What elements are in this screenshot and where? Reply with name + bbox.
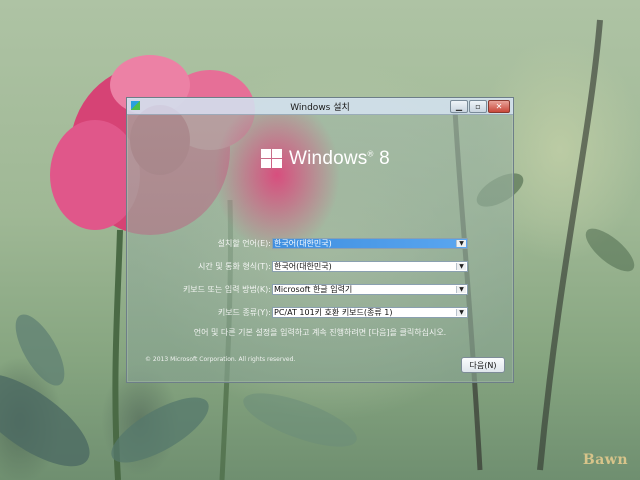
language-row: 설치할 언어(E): 한국어(대한민국) ▼ [127, 238, 513, 250]
minimize-icon: ▁ [455, 101, 463, 111]
keyboard-method-label: 키보드 또는 입력 방법(K): [182, 285, 271, 294]
next-button[interactable]: 다음(N) [461, 357, 505, 373]
close-icon: ✕ [495, 101, 503, 111]
keyboard-type-row: 키보드 종류(Y): PC/AT 101키 호환 키보드(종류 1) ▼ [127, 307, 513, 319]
chevron-down-icon[interactable]: ▼ [456, 286, 466, 293]
language-label: 설치할 언어(E): [217, 239, 271, 248]
time-currency-value: 한국어(대한민국) [274, 262, 332, 271]
setup-content: Windows® 8 설치할 언어(E): 한국어(대한민국) ▼ 시간 및 통… [127, 115, 513, 382]
maximize-icon: ▫ [475, 101, 481, 111]
maximize-button[interactable]: ▫ [469, 100, 487, 113]
setup-window: Windows 설치 ▁ ▫ ✕ Windows® 8 설치할 언어(E): 한… [126, 97, 514, 383]
keyboard-type-value: PC/AT 101키 호환 키보드(종류 1) [274, 308, 393, 317]
windows-logo: Windows® 8 [261, 148, 390, 170]
logo-wordmark: Windows [289, 148, 368, 169]
logo-text: Windows® 8 [289, 148, 390, 169]
keyboard-type-select[interactable]: PC/AT 101키 호환 키보드(종류 1) ▼ [272, 307, 468, 318]
language-select[interactable]: 한국어(대한민국) ▼ [272, 238, 468, 249]
time-currency-row: 시간 및 통화 형식(T): 한국어(대한민국) ▼ [127, 261, 513, 273]
windows-flag-icon [261, 149, 283, 169]
logo-version: 8 [379, 148, 390, 169]
language-value: 한국어(대한민국) [274, 239, 332, 248]
chevron-down-icon[interactable]: ▼ [456, 240, 466, 247]
chevron-down-icon[interactable]: ▼ [456, 309, 466, 316]
title-bar[interactable]: Windows 설치 ▁ ▫ ✕ [127, 98, 513, 115]
keyboard-method-select[interactable]: Microsoft 한글 입력기 ▼ [272, 284, 468, 295]
close-button[interactable]: ✕ [488, 100, 510, 113]
keyboard-type-label: 키보드 종류(Y): [217, 308, 271, 317]
copyright-text: © 2013 Microsoft Corporation. All rights… [145, 356, 296, 363]
keyboard-method-row: 키보드 또는 입력 방법(K): Microsoft 한글 입력기 ▼ [127, 284, 513, 296]
time-currency-label: 시간 및 통화 형식(T): [198, 262, 271, 271]
minimize-button[interactable]: ▁ [450, 100, 468, 113]
keyboard-method-value: Microsoft 한글 입력기 [274, 285, 353, 294]
window-controls: ▁ ▫ ✕ [450, 100, 510, 113]
chevron-down-icon[interactable]: ▼ [456, 263, 466, 270]
watermark-text: Bawn [582, 452, 628, 468]
instruction-text: 언어 및 다른 기본 설정을 입력하고 계속 진행하려면 [다음]을 클릭하십시… [193, 328, 447, 337]
time-currency-select[interactable]: 한국어(대한민국) ▼ [272, 261, 468, 272]
